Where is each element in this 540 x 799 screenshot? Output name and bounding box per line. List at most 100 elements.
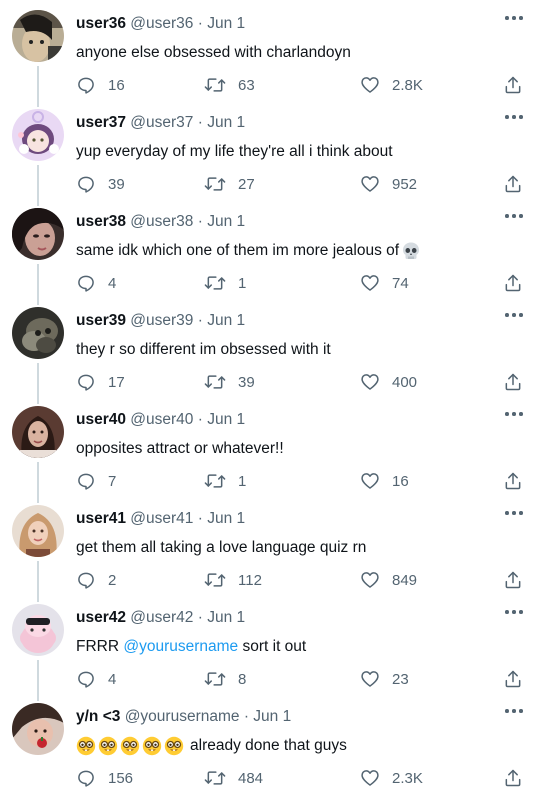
more-options-icon[interactable] (504, 705, 524, 717)
tweet-text: yup everyday of my life they're all i th… (76, 143, 393, 160)
retweet-count: 484 (238, 769, 264, 787)
avatar[interactable] (12, 10, 64, 62)
like-button[interactable]: 849 (360, 569, 417, 591)
tweet-date[interactable]: Jun 1 (207, 114, 245, 131)
reply-button[interactable]: 16 (76, 74, 125, 96)
retweet-button[interactable]: 484 (204, 767, 263, 789)
display-name[interactable]: y/n <3 (76, 708, 120, 725)
more-options-icon[interactable] (504, 210, 524, 222)
retweet-button[interactable]: 112 (204, 569, 262, 591)
avatar[interactable] (12, 604, 64, 656)
reply-button[interactable]: 17 (76, 371, 125, 393)
retweet-button[interactable]: 8 (204, 668, 246, 690)
like-button[interactable]: 2.8K (360, 74, 423, 96)
retweet-button[interactable]: 27 (204, 173, 255, 195)
like-button[interactable]: 400 (360, 371, 417, 393)
tweet-date[interactable]: Jun 1 (207, 411, 245, 428)
retweet-button[interactable]: 1 (204, 470, 246, 492)
tweet-date[interactable]: Jun 1 (207, 609, 245, 626)
retweet-count: 112 (238, 571, 262, 589)
tweet-date[interactable]: Jun 1 (207, 510, 245, 527)
like-count: 849 (392, 571, 418, 589)
share-icon (505, 76, 521, 94)
share-button[interactable] (503, 173, 523, 195)
share-button[interactable] (503, 470, 523, 492)
like-button[interactable]: 23 (360, 668, 409, 690)
user-handle[interactable]: @user39 (130, 312, 193, 329)
retweet-icon (204, 177, 226, 191)
mention-link[interactable]: @yourusername (123, 637, 238, 657)
share-button[interactable] (503, 272, 523, 294)
display-name[interactable]: user37 (76, 114, 126, 131)
like-button[interactable]: 16 (360, 470, 409, 492)
reply-button[interactable]: 2 (76, 569, 116, 591)
avatar[interactable] (12, 505, 64, 557)
retweet-button[interactable]: 63 (204, 74, 255, 96)
heart-icon (361, 374, 379, 390)
avatar[interactable] (12, 307, 64, 359)
tweet-date[interactable]: Jun 1 (207, 15, 245, 32)
retweet-count: 1 (238, 274, 247, 292)
separator-dot: · (197, 312, 203, 329)
reply-count: 4 (108, 670, 117, 688)
tweet-text-suffix: sort it out (238, 638, 307, 655)
tweet-text: opposites attract or whatever!! (76, 440, 284, 457)
like-button[interactable]: 2.3K (360, 767, 423, 789)
tweet-date[interactable]: Jun 1 (207, 213, 245, 230)
retweet-button[interactable]: 39 (204, 371, 255, 393)
share-button[interactable] (503, 767, 523, 789)
more-options-icon[interactable] (504, 408, 524, 420)
like-count: 952 (392, 175, 418, 193)
tweet[interactable]: user41 @user41 · Jun 1 get them all taki… (0, 495, 540, 602)
tweet[interactable]: user38 @user38 · Jun 1 same idk which on… (0, 198, 540, 305)
reply-button[interactable]: 4 (76, 668, 116, 690)
tweet[interactable]: y/n <3 @yourusername · Jun 1 already don… (0, 693, 540, 795)
avatar[interactable] (12, 406, 64, 458)
user-handle[interactable]: @user40 (130, 411, 193, 428)
reply-button[interactable]: 39 (76, 173, 125, 195)
retweet-button[interactable]: 1 (204, 272, 246, 294)
like-button[interactable]: 74 (360, 272, 409, 294)
tweet[interactable]: user37 @user37 · Jun 1 yup everyday of m… (0, 99, 540, 206)
user-handle[interactable]: @user37 (130, 114, 193, 131)
display-name[interactable]: user38 (76, 213, 126, 230)
heart-icon (361, 572, 379, 588)
more-options-icon[interactable] (504, 606, 524, 618)
tweet[interactable]: user39 @user39 · Jun 1 they r so differe… (0, 297, 540, 404)
reply-button[interactable]: 4 (76, 272, 116, 294)
reply-thread: user36 @user36 · Jun 1 anyone else obses… (0, 0, 540, 799)
display-name[interactable]: user40 (76, 411, 126, 428)
more-options-icon[interactable] (504, 12, 524, 24)
reply-button[interactable]: 7 (76, 470, 116, 492)
share-button[interactable] (503, 74, 523, 96)
tweet-header: y/n <3 @yourusername · Jun 1 (76, 707, 291, 727)
more-options-icon[interactable] (504, 507, 524, 519)
avatar[interactable] (12, 109, 64, 161)
share-button[interactable] (503, 371, 523, 393)
avatar[interactable] (12, 703, 64, 755)
user-handle[interactable]: @yourusername (125, 708, 240, 725)
share-button[interactable] (503, 668, 523, 690)
tweet[interactable]: user36 @user36 · Jun 1 anyone else obses… (0, 0, 540, 107)
tweet-date[interactable]: Jun 1 (253, 708, 291, 725)
tweet[interactable]: user40 @user40 · Jun 1 opposites attract… (0, 396, 540, 503)
reply-button[interactable]: 156 (76, 767, 133, 789)
separator-dot: · (197, 213, 203, 230)
display-name[interactable]: user36 (76, 15, 126, 32)
user-handle[interactable]: @user42 (130, 609, 193, 626)
tweet-date[interactable]: Jun 1 (207, 312, 245, 329)
retweet-count: 8 (238, 670, 247, 688)
display-name[interactable]: user39 (76, 312, 126, 329)
reply-icon (78, 770, 94, 787)
share-button[interactable] (503, 569, 523, 591)
more-options-icon[interactable] (504, 111, 524, 123)
display-name[interactable]: user41 (76, 510, 126, 527)
like-button[interactable]: 952 (360, 173, 417, 195)
user-handle[interactable]: @user38 (130, 213, 193, 230)
user-handle[interactable]: @user41 (130, 510, 193, 527)
avatar[interactable] (12, 208, 64, 260)
display-name[interactable]: user42 (76, 609, 126, 626)
user-handle[interactable]: @user36 (130, 15, 193, 32)
more-options-icon[interactable] (504, 309, 524, 321)
tweet[interactable]: user42 @user42 · Jun 1 FRRR @yourusernam… (0, 594, 540, 701)
